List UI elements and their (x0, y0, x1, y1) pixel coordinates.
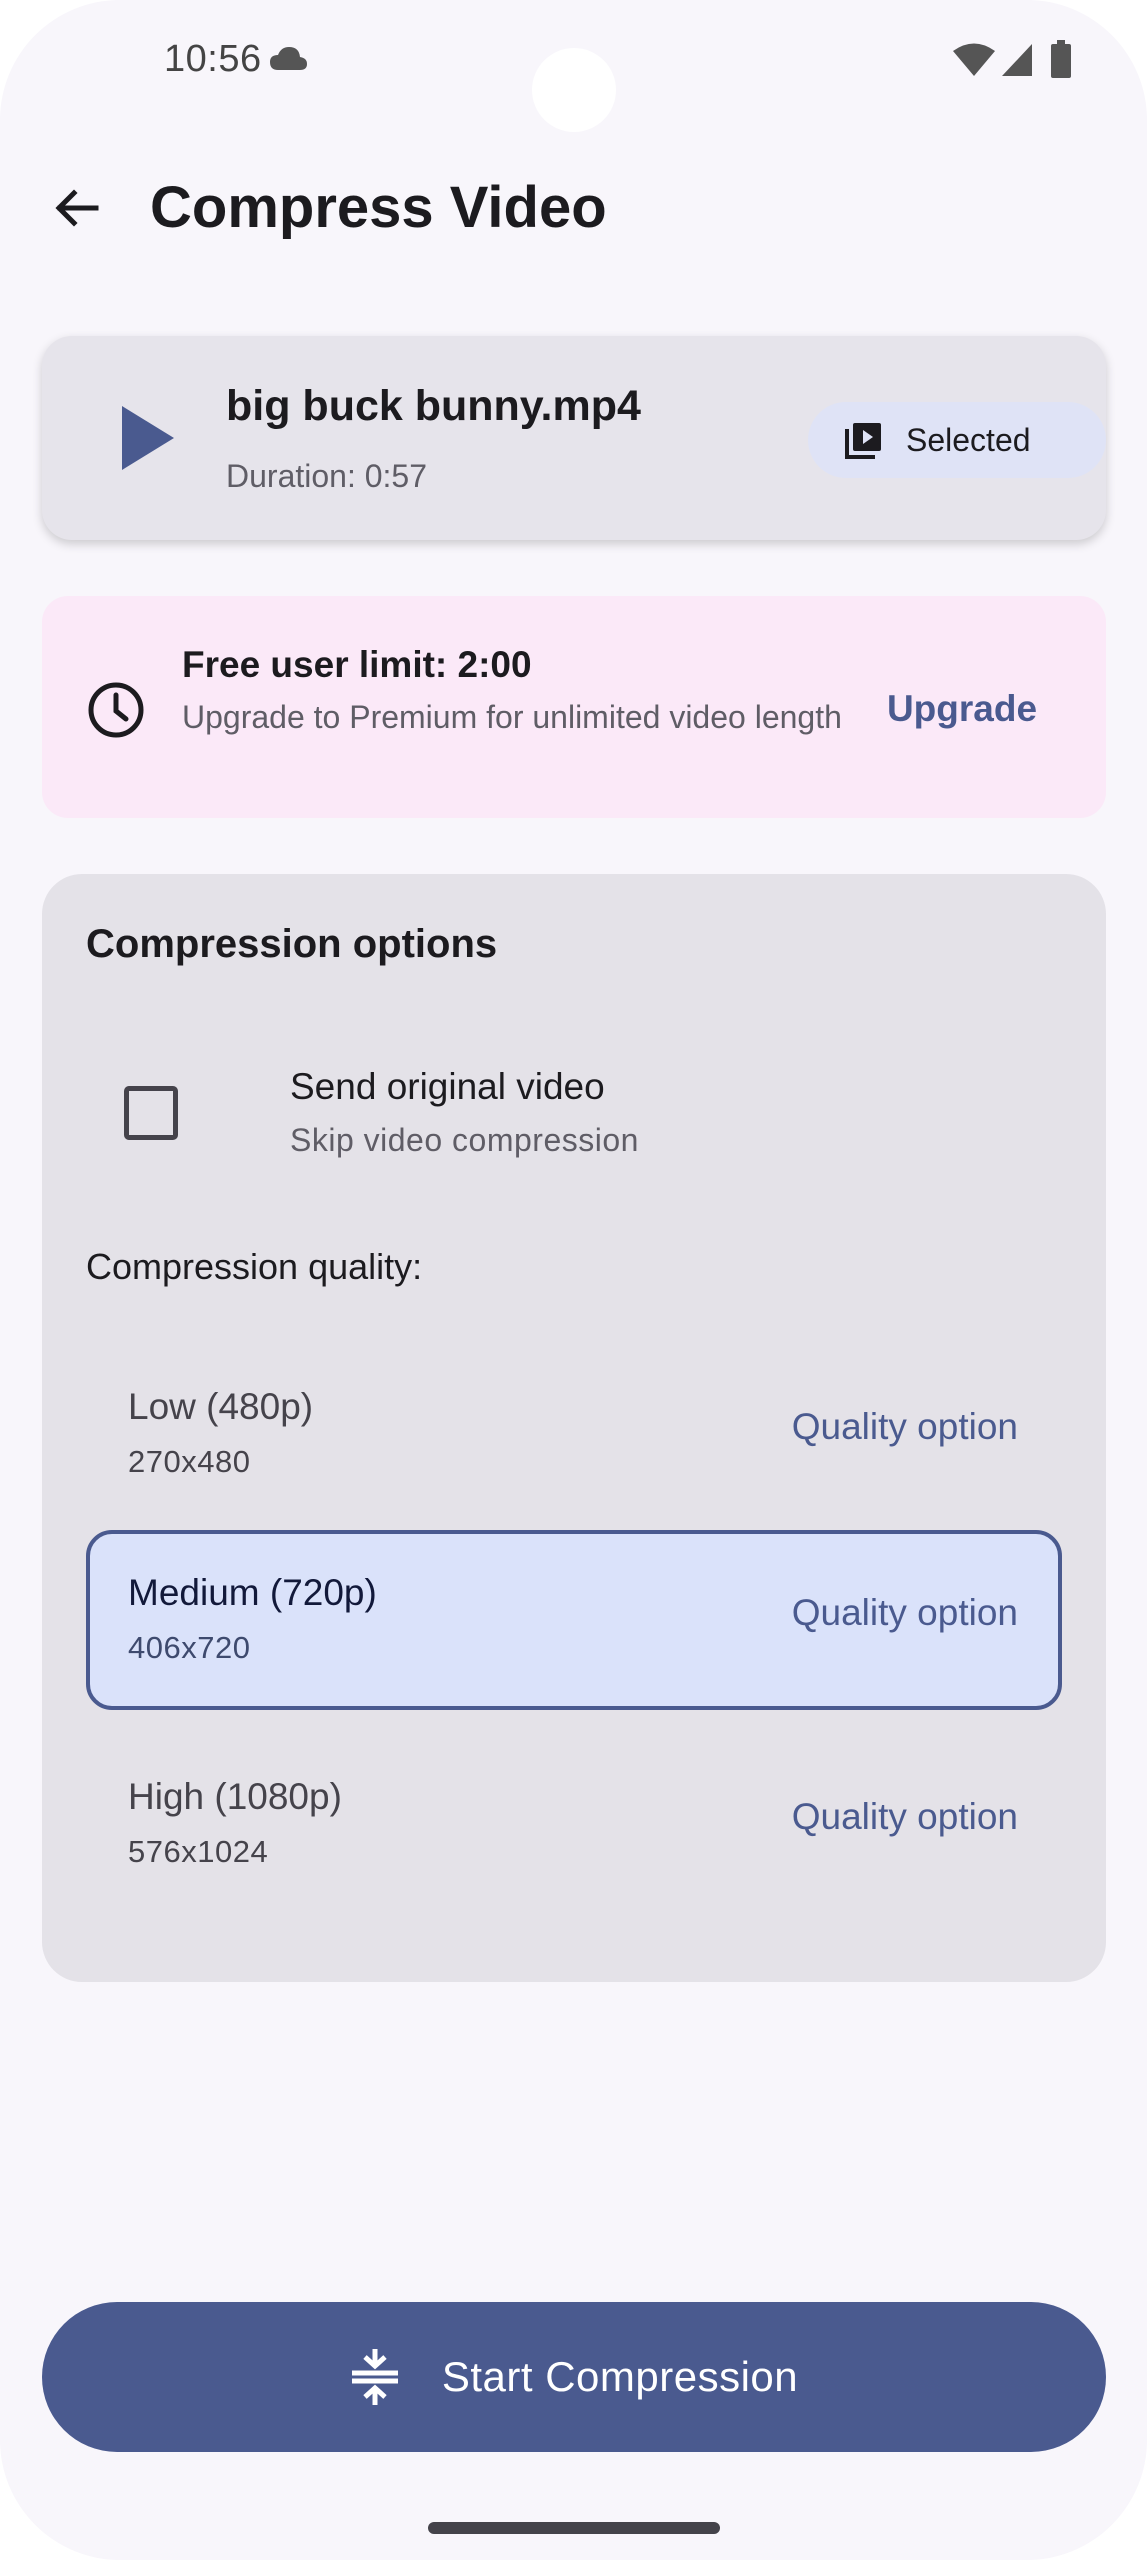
quality-name: Medium (720p) (128, 1572, 377, 1613)
signal-icon (1002, 44, 1032, 76)
status-time: 10:56 (164, 38, 262, 80)
cloud-icon (270, 47, 307, 70)
home-indicator[interactable] (428, 2522, 720, 2534)
send-original-title: Send original video (290, 1066, 605, 1107)
clock-icon (88, 682, 144, 738)
send-original-option[interactable]: Send original video Skip video compressi… (86, 1042, 1062, 1172)
quality-resolution: 406x720 (128, 1630, 251, 1665)
file-name: big buck bunny.mp4 (226, 382, 641, 430)
play-icon (122, 406, 174, 470)
arrow-back-icon (55, 189, 99, 227)
free-limit-banner: Free user limit: 2:00 Upgrade to Premium… (42, 596, 1106, 818)
page-title: Compress Video (150, 175, 607, 240)
send-original-subtitle: Skip video compression (290, 1122, 639, 1158)
start-compression-label: Start Compression (441, 2353, 799, 2400)
quality-option-low[interactable]: Low (480p) 270x480 Quality option (86, 1344, 1062, 1524)
quality-action: Quality option (791, 1796, 1018, 1837)
phone-screen: 10:56 Compress Video big buck bunny.mp4 … (0, 0, 1147, 2560)
selected-file-card[interactable]: big buck bunny.mp4 Duration: 0:57 Select… (42, 336, 1106, 540)
compression-options-card: Compression options Send original video … (42, 874, 1106, 1982)
quality-option-medium[interactable]: Medium (720p) 406x720 Quality option (86, 1530, 1062, 1710)
limit-description: Upgrade to Premium for unlimited video l… (182, 699, 842, 735)
quality-resolution: 576x1024 (128, 1834, 269, 1869)
compress-icon (351, 2349, 398, 2405)
quality-action: Quality option (791, 1406, 1018, 1447)
file-duration: Duration: 0:57 (226, 458, 428, 494)
quality-name: Low (480p) (128, 1386, 314, 1427)
quality-name: High (1080p) (128, 1776, 342, 1817)
back-button[interactable] (40, 172, 112, 244)
video-library-icon (845, 423, 881, 459)
start-compression-button[interactable]: Start Compression (42, 2302, 1106, 2452)
status-bar: 10:56 (0, 0, 1147, 132)
limit-title: Free user limit: 2:00 (182, 644, 532, 685)
upgrade-button[interactable]: Upgrade (862, 674, 1062, 744)
wifi-icon (953, 43, 995, 76)
section-title: Compression options (86, 922, 498, 966)
quality-label: Compression quality: (86, 1246, 423, 1287)
quality-resolution: 270x480 (128, 1444, 251, 1479)
battery-icon (1051, 40, 1071, 78)
selected-chip[interactable]: Selected (808, 402, 1106, 478)
quality-action: Quality option (791, 1592, 1018, 1633)
send-original-checkbox[interactable] (124, 1086, 178, 1140)
selected-chip-label: Selected (906, 421, 1031, 458)
camera-cutout (532, 48, 616, 132)
quality-option-high[interactable]: High (1080p) 576x1024 Quality option (86, 1734, 1062, 1914)
